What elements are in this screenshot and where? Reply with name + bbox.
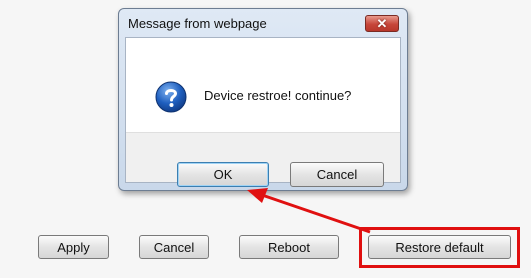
question-icon <box>155 81 187 113</box>
confirm-dialog: Message from webpage ✕ Device restroe! c… <box>118 8 408 191</box>
annotation-highlight-box <box>359 227 520 268</box>
ok-button[interactable]: OK <box>177 162 269 187</box>
dialog-cancel-button[interactable]: Cancel <box>290 162 384 187</box>
dialog-body: Device restroe! continue? OK Cancel <box>125 37 401 187</box>
reboot-button[interactable]: Reboot <box>239 235 339 259</box>
apply-button[interactable]: Apply <box>38 235 109 259</box>
dialog-message: Device restroe! continue? <box>204 88 352 103</box>
cancel-button[interactable]: Cancel <box>139 235 209 259</box>
close-icon[interactable]: ✕ <box>365 15 399 32</box>
dialog-title: Message from webpage <box>128 16 267 31</box>
